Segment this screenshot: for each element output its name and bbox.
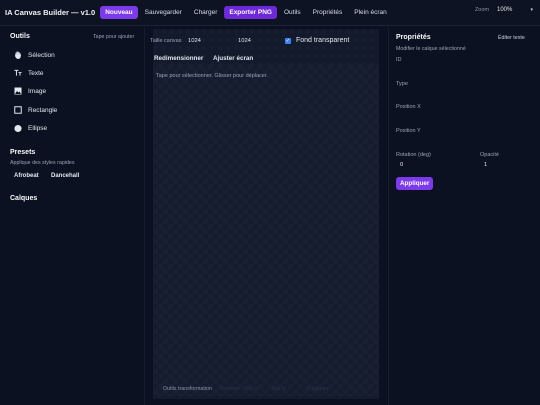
duplicate-button[interactable]: Dupliquer bbox=[306, 386, 329, 392]
opacity-input[interactable]: 1 bbox=[484, 162, 487, 168]
tool-image[interactable]: Image bbox=[14, 87, 46, 95]
tools-hint: Tape pour ajouter bbox=[93, 34, 135, 40]
position-x-label: Position X bbox=[396, 104, 421, 110]
rotation-label: Rotation (deg) bbox=[396, 152, 431, 158]
canvas-height-input[interactable]: 1024 bbox=[238, 38, 251, 44]
chevron-down-icon: ▾ bbox=[530, 7, 533, 13]
tool-label: Texte bbox=[28, 69, 44, 77]
rotation-input[interactable]: 0 bbox=[400, 162, 403, 168]
left-panel bbox=[0, 27, 145, 405]
flip-h-button[interactable]: Flip H bbox=[244, 386, 258, 392]
image-icon bbox=[14, 87, 22, 95]
fullscreen-button[interactable]: Plein écran bbox=[349, 6, 392, 19]
properties-subtitle: Modifier le calque sélectionné bbox=[396, 46, 466, 52]
tool-selection[interactable]: Sélection bbox=[14, 51, 55, 59]
properties-button[interactable]: Propriétés bbox=[308, 6, 348, 19]
right-panel bbox=[388, 27, 540, 405]
load-button[interactable]: Charger bbox=[189, 6, 222, 19]
zoom-select[interactable]: 100% ▾ bbox=[497, 7, 533, 13]
edit-text-button[interactable]: Éditer texte bbox=[498, 35, 525, 41]
tool-label: Sélection bbox=[28, 51, 55, 59]
type-label: Type bbox=[396, 81, 408, 87]
fit-screen-button[interactable]: Ajuster écran bbox=[213, 55, 253, 62]
flip-v-button[interactable]: Flip V bbox=[272, 386, 286, 392]
canvas-hint: Tape pour sélectionner. Glisser pour dép… bbox=[156, 73, 268, 79]
preset-afrobeat-button[interactable]: Afrobeat bbox=[14, 173, 39, 179]
export-png-button[interactable]: Exporter PNG bbox=[224, 6, 277, 19]
tools-title: Outils bbox=[10, 33, 30, 40]
canvas-surface[interactable] bbox=[153, 64, 379, 397]
transparent-label: Fond transparent bbox=[296, 37, 350, 44]
apply-button[interactable]: Appliquer bbox=[396, 177, 434, 190]
text-icon bbox=[14, 69, 22, 77]
rotate-button[interactable]: Rotation bbox=[220, 386, 240, 392]
tool-text[interactable]: Texte bbox=[14, 69, 44, 77]
tool-label: Ellipse bbox=[28, 124, 48, 132]
zoom-value: 100% bbox=[497, 7, 513, 13]
tool-rectangle[interactable]: Rectangle bbox=[14, 106, 57, 114]
tool-label: Rectangle bbox=[28, 106, 58, 114]
save-button[interactable]: Sauvegarder bbox=[140, 6, 187, 19]
ellipse-icon bbox=[14, 124, 22, 132]
presets-hint: Applique des styles rapides bbox=[10, 160, 75, 166]
tool-ellipse[interactable]: Ellipse bbox=[14, 124, 47, 132]
hand-icon bbox=[14, 51, 22, 59]
tool-label: Image bbox=[28, 87, 47, 95]
position-y-label: Position Y bbox=[396, 128, 421, 134]
transparent-checkbox[interactable]: ✓ bbox=[285, 38, 291, 44]
id-label: ID bbox=[396, 57, 402, 63]
layers-title: Calques bbox=[10, 195, 38, 202]
rectangle-icon bbox=[14, 106, 22, 114]
new-button[interactable]: Nouveau bbox=[100, 6, 138, 19]
canvas-width-input[interactable]: 1024 bbox=[188, 38, 201, 44]
resize-button[interactable]: Redimensionner bbox=[154, 55, 203, 62]
preset-dancehall-button[interactable]: Dancehall bbox=[51, 173, 79, 179]
zoom-label: Zoom bbox=[474, 7, 489, 13]
presets-title: Presets bbox=[10, 149, 36, 156]
transform-label: Outils transformation bbox=[163, 386, 212, 392]
tools-button[interactable]: Outils bbox=[279, 6, 306, 19]
app-title: IA Canvas Builder — v1.0 bbox=[5, 8, 96, 17]
zoom-control: Zoom 100% ▾ bbox=[475, 7, 533, 13]
top-toolbar: IA Canvas Builder — v1.0 Nouveau Sauvega… bbox=[0, 0, 540, 26]
opacity-label: Opacité bbox=[480, 152, 499, 158]
properties-title: Propriétés bbox=[396, 34, 431, 41]
canvas-size-label: Taille canvas bbox=[150, 38, 182, 44]
